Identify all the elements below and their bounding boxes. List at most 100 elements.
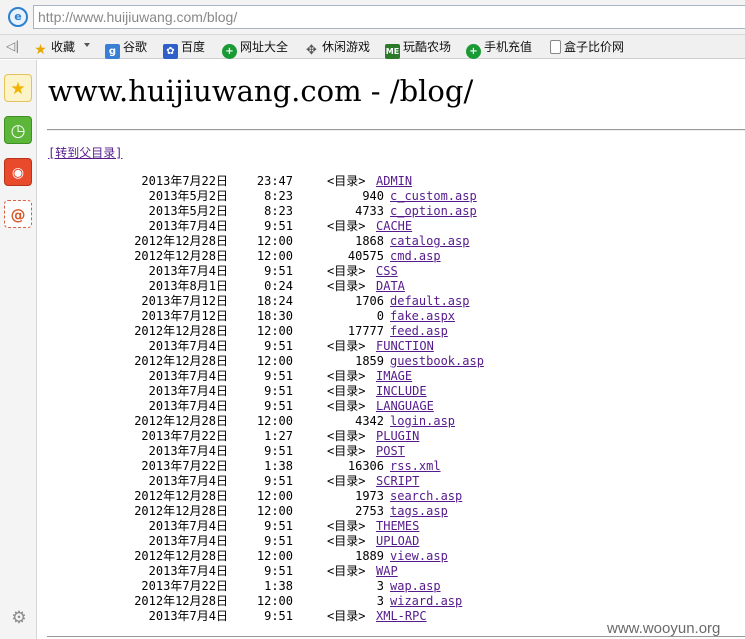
- favorites-menu-button[interactable]: ★ 收藏: [33, 38, 75, 58]
- directory-link[interactable]: CSS: [376, 264, 398, 279]
- directory-row: 2013年7月22日 23:47 <目录> ADMIN: [38, 174, 745, 189]
- entry-time: 9:51: [264, 564, 293, 578]
- entry-date: 2013年7月4日: [148, 519, 228, 533]
- directory-link[interactable]: DATA: [376, 279, 405, 294]
- google-icon: g: [105, 44, 120, 59]
- entry-date: 2013年7月4日: [148, 339, 228, 353]
- file-row: 2013年5月2日 8:23 4733 c_option.asp: [38, 204, 745, 219]
- file-link[interactable]: c_option.asp: [390, 204, 477, 219]
- parent-directory-link[interactable]: [转到父目录]: [48, 144, 122, 161]
- entry-time: 18:24: [256, 294, 293, 308]
- directory-marker: <目录>: [327, 279, 366, 293]
- file-link[interactable]: default.asp: [390, 294, 469, 309]
- file-link[interactable]: search.asp: [390, 489, 462, 504]
- entry-size: 4342: [355, 414, 384, 428]
- bookmark-price-compare[interactable]: 盒子比价网: [550, 38, 624, 56]
- favorites-star-icon[interactable]: ★: [4, 74, 32, 102]
- entry-time: 1:38: [264, 579, 293, 593]
- file-link[interactable]: tags.asp: [390, 504, 448, 519]
- side-panel: ★ ◷ ◉ @ ⚙: [0, 60, 37, 639]
- green-plus-icon: +: [466, 44, 481, 59]
- directory-link[interactable]: PLUGIN: [376, 429, 419, 444]
- directory-link[interactable]: THEMES: [376, 519, 419, 534]
- entry-time: 9:51: [264, 609, 293, 623]
- entry-size: 1973: [355, 489, 384, 503]
- directory-link[interactable]: LANGUAGE: [376, 399, 434, 414]
- file-row: 2013年7月22日 1:38 16306 rss.xml: [38, 459, 745, 474]
- directory-row: 2013年7月4日 9:51 <目录> FUNCTION: [38, 339, 745, 354]
- file-row: 2013年5月2日 8:23 940 c_custom.asp: [38, 189, 745, 204]
- entry-date: 2012年12月28日: [134, 414, 228, 428]
- file-link[interactable]: login.asp: [390, 414, 455, 429]
- file-link[interactable]: wap.asp: [390, 579, 441, 594]
- directory-link[interactable]: INCLUDE: [376, 384, 427, 399]
- weibo-icon[interactable]: ◉: [4, 158, 32, 186]
- browser-logo-icon[interactable]: e: [8, 7, 28, 27]
- star-icon: ★: [34, 42, 47, 58]
- file-link[interactable]: guestbook.asp: [390, 354, 484, 369]
- directory-link[interactable]: ADMIN: [376, 174, 412, 189]
- green-plus-icon: +: [222, 44, 237, 59]
- entry-time: 12:00: [256, 489, 293, 503]
- directory-link[interactable]: POST: [376, 444, 405, 459]
- chevron-down-icon[interactable]: [84, 43, 90, 47]
- url-input[interactable]: http://www.huijiuwang.com/blog/: [33, 5, 745, 29]
- directory-marker: <目录>: [327, 264, 366, 278]
- bookmark-casual-games[interactable]: ✥ 休闲游戏: [304, 38, 370, 58]
- bookmark-baidu[interactable]: ✿ 百度: [163, 38, 205, 59]
- directory-row: 2013年7月4日 9:51 <目录> SCRIPT: [38, 474, 745, 489]
- entry-time: 9:51: [264, 384, 293, 398]
- directory-row: 2013年7月4日 9:51 <目录> CACHE: [38, 219, 745, 234]
- directory-link[interactable]: FUNCTION: [376, 339, 434, 354]
- bookmark-farm[interactable]: ME 玩酷农场: [385, 38, 451, 59]
- directory-link[interactable]: XML-RPC: [376, 609, 427, 624]
- entry-time: 9:51: [264, 264, 293, 278]
- entry-date: 2013年5月2日: [148, 204, 228, 218]
- divider: [47, 129, 745, 131]
- file-link[interactable]: view.asp: [390, 549, 448, 564]
- file-link[interactable]: cmd.asp: [390, 249, 441, 264]
- entry-date: 2012年12月28日: [134, 354, 228, 368]
- file-link[interactable]: feed.asp: [390, 324, 448, 339]
- directory-link[interactable]: IMAGE: [376, 369, 412, 384]
- file-link[interactable]: fake.aspx: [390, 309, 455, 324]
- entry-date: 2013年7月4日: [148, 264, 228, 278]
- file-row: 2012年12月28日 12:00 17777 feed.asp: [38, 324, 745, 339]
- watermark: www.wooyun.org: [607, 620, 721, 637]
- directory-link[interactable]: WAP: [376, 564, 398, 579]
- file-link[interactable]: wizard.asp: [390, 594, 462, 609]
- entry-time: 1:27: [264, 429, 293, 443]
- entry-time: 8:23: [264, 189, 293, 203]
- history-clock-icon[interactable]: ◷: [4, 116, 32, 144]
- bookmark-google[interactable]: g 谷歌: [105, 38, 147, 59]
- directory-marker: <目录>: [327, 399, 366, 413]
- entry-date: 2013年7月4日: [148, 399, 228, 413]
- bookmark-phone-recharge[interactable]: + 手机充值: [466, 38, 532, 59]
- entry-date: 2012年12月28日: [134, 324, 228, 338]
- directory-marker: <目录>: [327, 429, 366, 443]
- entry-time: 9:51: [264, 369, 293, 383]
- file-link[interactable]: c_custom.asp: [390, 189, 477, 204]
- directory-link[interactable]: CACHE: [376, 219, 412, 234]
- file-row: 2012年12月28日 12:00 40575 cmd.asp: [38, 249, 745, 264]
- entry-time: 9:51: [264, 399, 293, 413]
- file-link[interactable]: rss.xml: [390, 459, 441, 474]
- collapse-sidebar-icon[interactable]: ◁|: [6, 39, 20, 53]
- directory-link[interactable]: UPLOAD: [376, 534, 419, 549]
- entry-time: 12:00: [256, 414, 293, 428]
- directory-link[interactable]: SCRIPT: [376, 474, 419, 489]
- entry-size: 1859: [355, 354, 384, 368]
- gear-icon[interactable]: ⚙: [9, 608, 29, 628]
- directory-marker: <目录>: [327, 384, 366, 398]
- mail-at-icon[interactable]: @: [4, 200, 32, 228]
- page-title: www.huijiuwang.com - /blog/: [48, 74, 474, 108]
- file-link[interactable]: catalog.asp: [390, 234, 469, 249]
- file-row: 2012年12月28日 12:00 1859 guestbook.asp: [38, 354, 745, 369]
- entry-date: 2013年7月22日: [141, 174, 228, 188]
- file-row: 2013年7月12日 18:24 1706 default.asp: [38, 294, 745, 309]
- directory-listing: 2013年7月22日 23:47 <目录> ADMIN 2013年5月2日 8:23 940…: [38, 174, 745, 624]
- directory-marker: <目录>: [327, 444, 366, 458]
- file-row: 2012年12月28日 12:00 2753 tags.asp: [38, 504, 745, 519]
- bookmark-site-directory[interactable]: + 网址大全: [222, 38, 288, 59]
- directory-marker: <目录>: [327, 609, 366, 623]
